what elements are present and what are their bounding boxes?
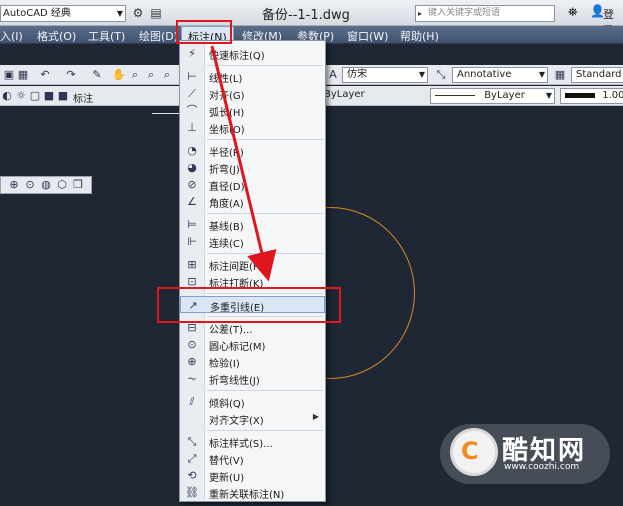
watermark: C 酷知网 www.coozhi.com [440,424,610,484]
watermark-logo-icon: C [450,428,498,476]
watermark-logo-letter: C [461,437,479,465]
watermark-url: www.coozhi.com [504,462,580,472]
arrow-line [210,45,277,282]
